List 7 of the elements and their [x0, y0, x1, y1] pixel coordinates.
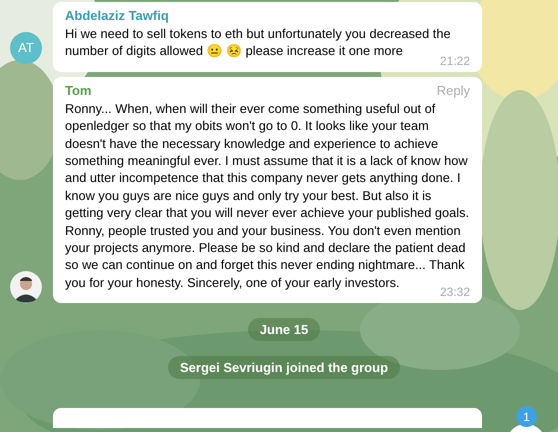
- sender-name[interactable]: Tom: [65, 82, 92, 98]
- reply-link[interactable]: Reply: [436, 82, 470, 98]
- sender-name[interactable]: Abdelaziz Tawfiq: [65, 8, 169, 23]
- message-time: 21:22: [440, 54, 470, 68]
- message-time: 23:32: [440, 285, 470, 300]
- service-message: Sergei Sevriugin joined the group: [168, 356, 400, 380]
- date-divider: June 15: [248, 318, 320, 342]
